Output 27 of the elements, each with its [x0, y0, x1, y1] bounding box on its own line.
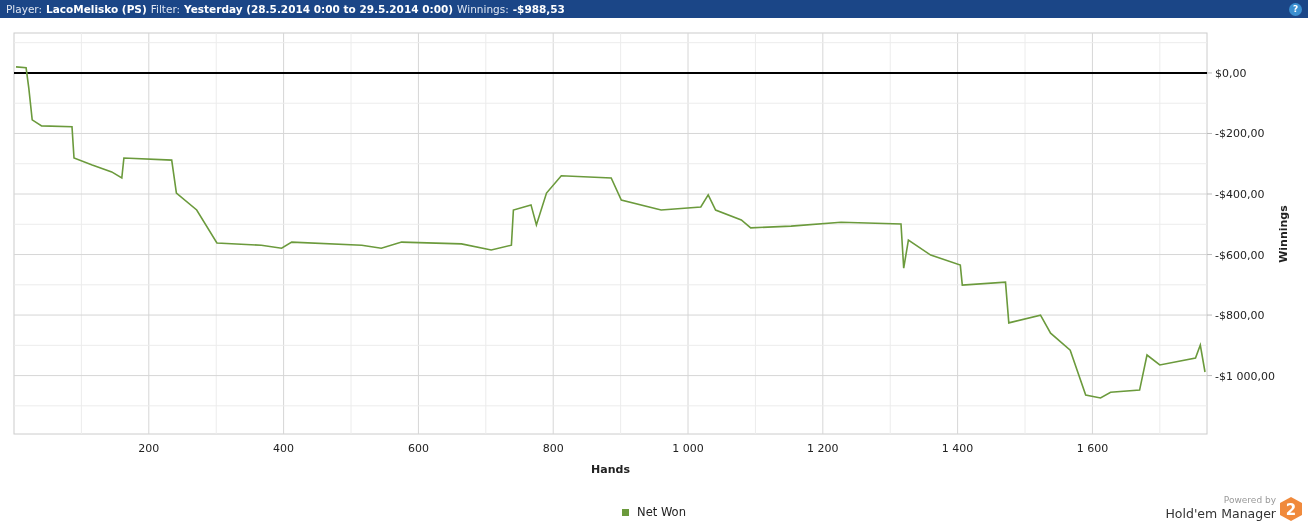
field-label: Player: — [6, 2, 43, 17]
help-icon[interactable]: ? — [1289, 2, 1302, 16]
legend-label: Net Won — [637, 503, 686, 521]
x-tick-label: 600 — [407, 442, 429, 455]
brand-name: Hold'em Manager — [1165, 507, 1276, 521]
field-value: Yesterday (28.5.2014 0:00 to 29.5.2014 0:00) — [184, 2, 454, 17]
x-tick-label: 400 — [273, 442, 295, 455]
logo-icon: 2 — [1280, 497, 1302, 521]
x-tick-label: 1 400 — [941, 442, 974, 455]
y-tick-label: -$400,00 — [1215, 188, 1265, 201]
field-value: -$988,53 — [512, 2, 565, 17]
y-tick-label: -$200,00 — [1215, 127, 1265, 141]
x-tick-label: 1 200 — [807, 442, 839, 455]
y-axis-title: Winnings — [1277, 205, 1290, 263]
x-tick-label: 200 — [138, 442, 160, 455]
powered-by-text: Powered by — [1223, 493, 1276, 507]
field-label: Filter: — [150, 2, 181, 17]
x-tick-label: 1 600 — [1076, 442, 1109, 455]
field-label: Winnings: — [457, 2, 509, 17]
field-value: LacoMelisko (PS) — [46, 2, 147, 17]
x-tick-label: 800 — [542, 442, 564, 455]
y-tick-label: $0,00 — [1215, 66, 1247, 80]
y-tick-label: -$800,00 — [1215, 309, 1265, 323]
x-tick-label: 1 000 — [672, 442, 704, 455]
y-tick-label: -$600,00 — [1215, 248, 1265, 262]
y-tick-label: -$1 000,00 — [1215, 369, 1275, 383]
x-axis-title: Hands — [591, 463, 630, 476]
